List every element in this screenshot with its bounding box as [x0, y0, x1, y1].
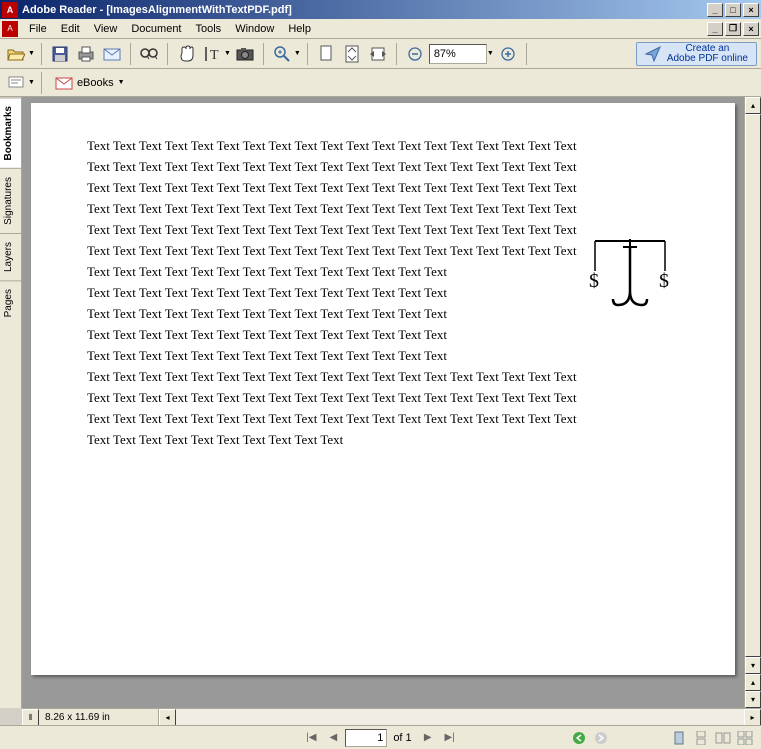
content-area: Bookmarks Signatures Layers Pages Text T… — [0, 97, 761, 708]
doc-close-button[interactable]: × — [743, 22, 759, 36]
page-of-label: of 1 — [393, 732, 411, 744]
doc-icon: A — [2, 21, 18, 37]
page-dimensions: 8.26 x 11.69 in — [39, 709, 159, 725]
zoom-input[interactable] — [429, 44, 487, 64]
vertical-scrollbar[interactable]: ▴ ▾ ▴ ▾ — [744, 97, 761, 708]
menu-window[interactable]: Window — [228, 21, 281, 37]
create-pdf-online-button[interactable]: Create anAdobe PDF online — [636, 42, 757, 66]
paper-plane-icon — [645, 46, 661, 62]
minimize-button[interactable]: _ — [707, 3, 723, 17]
sidebar-tab-layers[interactable]: Layers — [0, 233, 21, 280]
search-button[interactable] — [137, 42, 161, 66]
window-title: Adobe Reader - [ImagesAlignmentWithTextP… — [22, 4, 707, 16]
zoom-out-button[interactable] — [403, 42, 427, 66]
svg-text:$: $ — [589, 270, 599, 292]
select-text-button[interactable]: T — [200, 42, 224, 66]
menu-help[interactable]: Help — [281, 21, 318, 37]
app-icon: A — [2, 2, 18, 18]
svg-text:$: $ — [659, 270, 669, 292]
menu-file[interactable]: File — [22, 21, 54, 37]
document-scroll[interactable]: Text Text Text Text Text Text Text Text … — [22, 97, 744, 708]
menu-bar: A File Edit View Document Tools Window H… — [0, 19, 761, 39]
forward-button[interactable] — [591, 729, 611, 747]
zoom-value-dropdown-icon[interactable]: ▼ — [487, 50, 494, 57]
hand-tool-button[interactable] — [174, 42, 198, 66]
print-button[interactable] — [74, 42, 98, 66]
menu-view[interactable]: View — [87, 21, 125, 37]
hscroll-right-button[interactable]: ▸ — [744, 709, 761, 726]
email-button[interactable] — [100, 42, 124, 66]
navigation-sidebar: Bookmarks Signatures Layers Pages — [0, 97, 22, 708]
prev-page-button[interactable]: ◀ — [323, 729, 343, 747]
hscroll-left-button[interactable]: ◂ — [159, 709, 176, 726]
main-toolbar: ▼ T ▼ ▼ ▼ Create anAdobe PDF online — [0, 39, 761, 69]
ebooks-button[interactable]: eBooks ▼ — [48, 72, 132, 94]
close-button[interactable]: × — [743, 3, 759, 17]
scroll-down-button[interactable]: ▾ — [745, 657, 761, 674]
actual-size-button[interactable] — [314, 42, 338, 66]
hscroll-track[interactable] — [176, 709, 744, 725]
menu-tools[interactable]: Tools — [189, 21, 229, 37]
scroll-thumb[interactable] — [745, 114, 761, 657]
facing-view-button[interactable] — [713, 729, 733, 747]
hscroll-handle-left[interactable]: ⦀ — [22, 709, 39, 726]
back-button[interactable] — [569, 729, 589, 747]
sidebar-tab-pages[interactable]: Pages — [0, 280, 21, 325]
scroll-up-button[interactable]: ▴ — [745, 97, 761, 114]
page-up-button[interactable]: ▴ — [745, 674, 761, 691]
fit-width-button[interactable] — [366, 42, 390, 66]
snapshot-button[interactable] — [233, 42, 257, 66]
open-button[interactable] — [4, 42, 28, 66]
menu-edit[interactable]: Edit — [54, 21, 87, 37]
zoom-dropdown-icon[interactable]: ▼ — [294, 50, 301, 57]
review-button[interactable] — [4, 71, 28, 95]
ebooks-icon — [55, 76, 73, 90]
continuous-facing-view-button[interactable] — [735, 729, 755, 747]
sidebar-tab-bookmarks[interactable]: Bookmarks — [0, 97, 21, 168]
ebooks-label: eBooks — [77, 77, 114, 89]
zoom-in2-button[interactable] — [496, 42, 520, 66]
ebooks-dropdown-icon: ▼ — [118, 79, 125, 86]
save-button[interactable] — [48, 42, 72, 66]
maximize-button[interactable]: □ — [725, 3, 741, 17]
fit-page-button[interactable] — [340, 42, 364, 66]
review-dropdown-icon[interactable]: ▼ — [28, 79, 35, 86]
page-down-button[interactable]: ▾ — [745, 691, 761, 708]
single-page-view-button[interactable] — [669, 729, 689, 747]
sidebar-tab-signatures[interactable]: Signatures — [0, 168, 21, 233]
continuous-view-button[interactable] — [691, 729, 711, 747]
zoom-in-button[interactable] — [270, 42, 294, 66]
secondary-toolbar: ▼ eBooks ▼ — [0, 69, 761, 97]
next-page-button[interactable]: ▶ — [418, 729, 438, 747]
open-dropdown-icon[interactable]: ▼ — [28, 50, 35, 57]
document-viewport: Text Text Text Text Text Text Text Text … — [22, 97, 761, 708]
horizontal-scroll-row: ⦀ 8.26 x 11.69 in ◂ ▸ — [22, 708, 761, 725]
menu-document[interactable]: Document — [124, 21, 188, 37]
scales-figure: $ $ — [575, 233, 685, 313]
title-bar: A Adobe Reader - [ImagesAlignmentWithTex… — [0, 0, 761, 19]
select-dropdown-icon[interactable]: ▼ — [224, 50, 231, 57]
doc-minimize-button[interactable]: _ — [707, 22, 723, 36]
last-page-button[interactable]: ▶| — [440, 729, 460, 747]
pdf-page: Text Text Text Text Text Text Text Text … — [31, 103, 735, 675]
page-number-input[interactable] — [345, 729, 387, 747]
svg-text:T: T — [210, 48, 219, 63]
first-page-button[interactable]: |◀ — [301, 729, 321, 747]
doc-restore-button[interactable]: ❐ — [725, 22, 741, 36]
